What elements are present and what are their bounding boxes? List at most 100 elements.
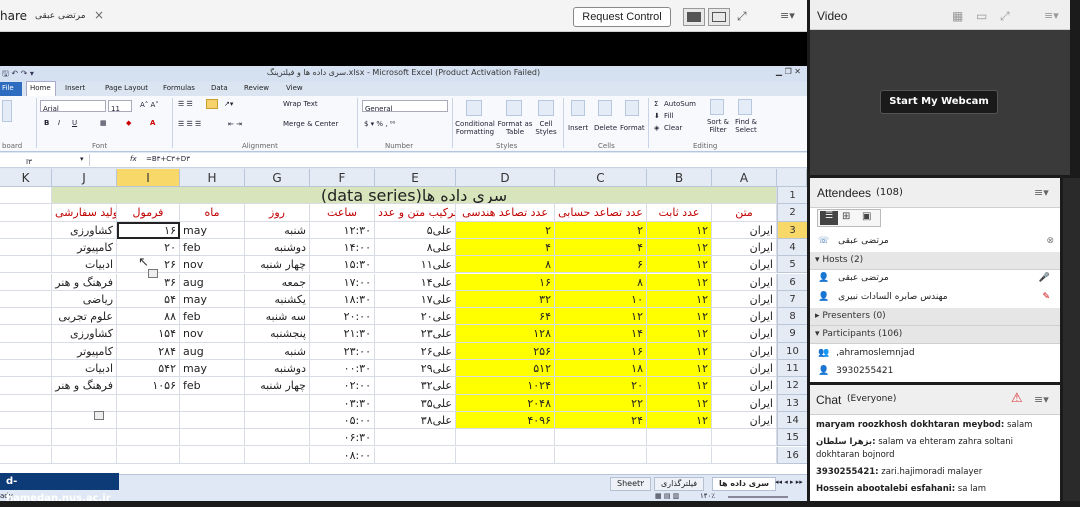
zoom-level[interactable]: ۱۴۰٪ xyxy=(700,492,715,500)
borders-icon[interactable]: ▦ xyxy=(100,119,107,127)
list-view-icon[interactable]: ☰ xyxy=(820,211,838,225)
cell-styles-button[interactable]: Cell Styles xyxy=(532,120,560,136)
cell-f[interactable]: ۲۳:۰۰ xyxy=(310,342,375,360)
row-header[interactable]: 16 xyxy=(777,446,807,464)
column-header-k[interactable]: K xyxy=(0,169,52,187)
cell-a[interactable]: ایران xyxy=(712,360,777,378)
column-header-c[interactable]: C xyxy=(555,169,647,187)
fill-button[interactable]: Fill xyxy=(664,112,673,120)
cell-a[interactable]: ایران xyxy=(712,394,777,412)
merge-center-button[interactable]: Merge & Center xyxy=(283,120,338,128)
cell-j[interactable]: ادبیات xyxy=(52,256,117,274)
cell-b[interactable]: ۱۲ xyxy=(647,342,712,360)
header-cell-c[interactable]: عدد تصاعد حسابی xyxy=(555,204,647,222)
fill-icon[interactable]: ⬇ xyxy=(654,112,660,120)
accounting-icon[interactable]: $ ▾ % , ⁰⁰ xyxy=(364,120,395,128)
close-icon[interactable]: × xyxy=(94,8,104,22)
participant-row[interactable]: 👤 3930255421 xyxy=(810,363,1060,382)
tab-formulas[interactable]: Formulas xyxy=(163,84,195,92)
cell-i[interactable]: ۸۸ xyxy=(117,308,180,326)
cell-h[interactable]: aug xyxy=(180,273,245,291)
cell-c[interactable]: ۱۰ xyxy=(555,290,647,309)
cell-g[interactable]: دوشنبه xyxy=(245,238,310,257)
cell-j[interactable] xyxy=(52,429,117,447)
cell-h[interactable]: may xyxy=(180,290,245,309)
cell-c[interactable]: ۲۰ xyxy=(555,377,647,395)
fullscreen-icon[interactable]: ⤢ xyxy=(737,9,747,24)
cell-a[interactable]: ایران xyxy=(712,308,777,326)
cell-f[interactable]: ۰۰:۳۰ xyxy=(310,360,375,378)
column-header-e[interactable]: E xyxy=(375,169,456,187)
cell-c[interactable]: ۶ xyxy=(555,256,647,274)
cell-j[interactable]: کشاورزی xyxy=(52,325,117,343)
autofill-options-icon[interactable] xyxy=(94,411,104,420)
formula-input[interactable]: =B۳+C۳+D۳ xyxy=(146,155,190,163)
cell-j[interactable]: فرهنگ و هنر xyxy=(52,273,117,291)
cell-e[interactable] xyxy=(375,446,456,464)
clear-icon[interactable]: ◈ xyxy=(654,124,659,132)
underline-icon[interactable]: U xyxy=(72,119,77,127)
cell-i[interactable] xyxy=(117,429,180,447)
chat-scope[interactable]: (Everyone) xyxy=(847,394,896,404)
cell-f[interactable]: ۱۸:۳۰ xyxy=(310,290,375,309)
cell-h[interactable]: may xyxy=(180,221,245,239)
breakout-view-icon[interactable]: ⊞ xyxy=(842,211,850,222)
orientation-icon[interactable]: ↗▾ xyxy=(224,100,233,108)
fit-view-icon[interactable] xyxy=(683,8,705,26)
cell-a[interactable]: ایران xyxy=(712,238,777,257)
cell-j[interactable]: کشاورزی xyxy=(52,221,117,239)
host-row[interactable]: 👤 مرتضی عبقی 🎤 xyxy=(810,270,1060,289)
cell-e[interactable]: علی۳۵ xyxy=(375,394,456,412)
cell-h[interactable]: may xyxy=(180,360,245,378)
find-select-button[interactable]: Find & Select xyxy=(732,118,760,134)
window-controls-icon[interactable]: ▁ ❐ ✕ xyxy=(776,67,801,76)
fx-icon[interactable]: fx xyxy=(130,155,137,163)
cell-j[interactable] xyxy=(52,446,117,464)
paste-options-icon[interactable] xyxy=(148,269,158,278)
cell-a[interactable] xyxy=(712,429,777,447)
cell-g[interactable] xyxy=(245,429,310,447)
presenters-section[interactable]: ▸ Presenters (0) xyxy=(810,308,1060,326)
conditional-formatting-button[interactable]: Conditional Formatting xyxy=(455,120,495,136)
cell-e[interactable]: علی۸ xyxy=(375,238,456,257)
cell-e[interactable]: علی۱۱ xyxy=(375,256,456,274)
row-header[interactable]: 9 xyxy=(777,325,807,343)
status-view-icon[interactable]: ▣ xyxy=(862,211,871,222)
right-scrollbar[interactable] xyxy=(1063,178,1080,501)
column-header-a[interactable]: A xyxy=(712,169,777,187)
name-box[interactable]: I۳ xyxy=(0,154,90,166)
clear-button[interactable]: Clear xyxy=(664,124,682,132)
align-top-icon[interactable]: ☰ ☰ xyxy=(178,100,193,108)
tab-home[interactable]: Home xyxy=(26,81,56,96)
hosts-section[interactable]: ▾ Hosts (2) xyxy=(810,252,1060,270)
participants-section[interactable]: ▾ Participants (106) xyxy=(810,326,1060,344)
cell-f[interactable]: ۲۰:۰۰ xyxy=(310,308,375,326)
cell-h[interactable]: nov xyxy=(180,325,245,343)
cell-empty[interactable] xyxy=(0,290,52,309)
header-cell-f[interactable]: ساعت xyxy=(310,204,375,222)
name-box-dropdown-icon[interactable]: ▾ xyxy=(80,155,84,163)
cell-b[interactable]: ۱۲ xyxy=(647,325,712,343)
cell-a[interactable]: ایران xyxy=(712,342,777,360)
paste-icon[interactable] xyxy=(2,100,12,122)
conditional-formatting-icon[interactable] xyxy=(466,100,482,116)
cell-h[interactable] xyxy=(180,394,245,412)
cell-g[interactable]: شنبه xyxy=(245,342,310,360)
cell-j[interactable]: کامپیوتر xyxy=(52,342,117,360)
font-size-box[interactable]: 11 xyxy=(108,100,132,113)
cell-g[interactable] xyxy=(245,394,310,412)
cell-g[interactable] xyxy=(245,446,310,464)
header-cell-b[interactable]: عدد ثابت xyxy=(647,204,712,222)
cell-j[interactable]: فرهنگ و هنر xyxy=(52,377,117,395)
cell-f[interactable]: ۱۴:۰۰ xyxy=(310,238,375,257)
cell-d[interactable]: ۲ xyxy=(456,221,555,239)
header-cell-e[interactable]: ترکیب متن و عدد xyxy=(375,204,456,222)
cell-c[interactable]: ۲ xyxy=(555,221,647,239)
cell-g[interactable] xyxy=(245,411,310,430)
cell-a[interactable]: ایران xyxy=(712,290,777,309)
insert-cells-icon[interactable] xyxy=(571,100,585,116)
cell-a[interactable] xyxy=(712,446,777,464)
start-webcam-button[interactable]: Start My Webcam xyxy=(880,90,998,114)
cell-i[interactable]: ۱۶ xyxy=(117,221,180,239)
cell-f[interactable]: ۱۵:۳۰ xyxy=(310,256,375,274)
